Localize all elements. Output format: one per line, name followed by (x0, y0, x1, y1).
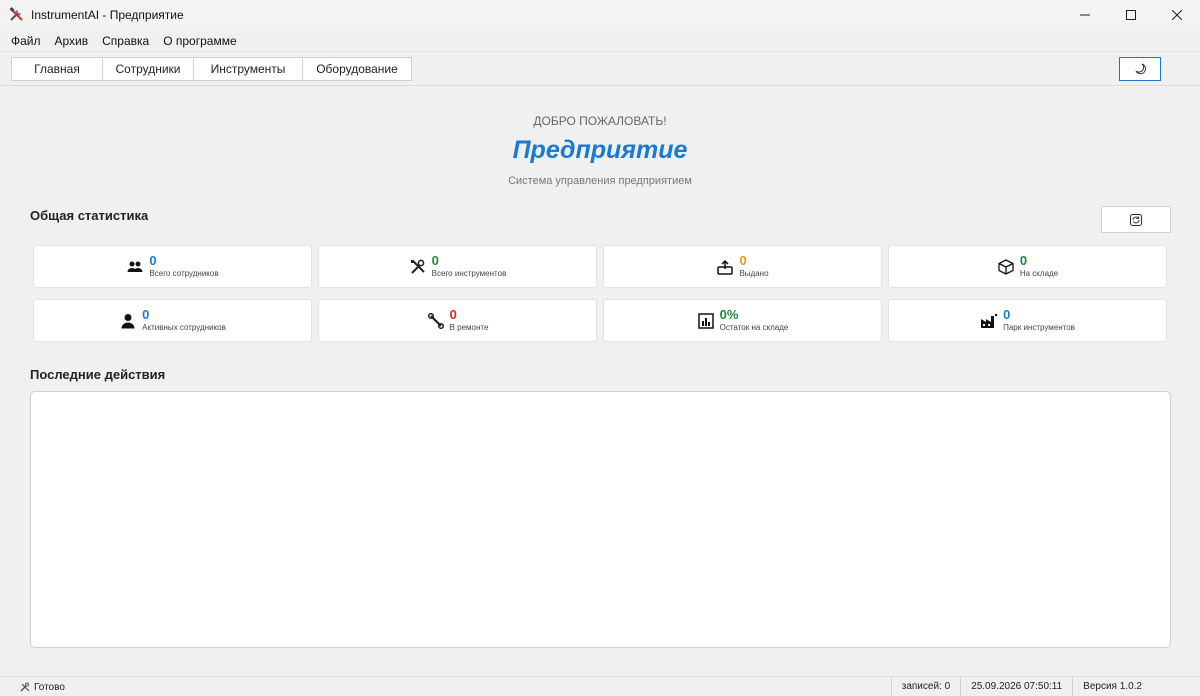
stat-card-stock-remaining: 0% Остаток на складе (603, 299, 882, 342)
stat-value: 0 (739, 253, 747, 268)
users-icon (126, 258, 144, 276)
stat-card-total-employees: 0 Всего сотрудников (33, 245, 312, 288)
window-controls (1062, 0, 1200, 30)
stat-value: 0% (719, 307, 739, 322)
tools-icon (9, 7, 25, 23)
moon-icon (1135, 63, 1146, 75)
menu-file[interactable]: Файл (4, 30, 48, 52)
stat-card-tool-fleet: 0 Парк инструментов (888, 299, 1167, 342)
stat-label: Парк инструментов (1003, 323, 1075, 332)
wrench-icon (427, 312, 445, 330)
stat-card-in-stock: 0 На складе (888, 245, 1167, 288)
stat-label: Выдано (739, 269, 769, 278)
menu-about[interactable]: О программе (156, 30, 243, 52)
status-version: Версия 1.0.2 (1072, 677, 1152, 696)
theme-toggle-button[interactable] (1119, 57, 1161, 81)
recent-activity-list[interactable] (30, 391, 1171, 648)
stats-grid: 0 Всего сотрудников 0 Всего инструментов… (33, 245, 1168, 342)
close-icon (1172, 10, 1182, 20)
refresh-icon (1130, 213, 1142, 226)
stat-card-issued: 0 Выдано (603, 245, 882, 288)
minimize-button[interactable] (1062, 0, 1108, 30)
tools-icon (409, 258, 427, 276)
tab-tools[interactable]: Инструменты (193, 57, 303, 81)
stat-card-in-repair: 0 В ремонте (318, 299, 597, 342)
status-ready: Готово (34, 681, 65, 693)
stat-label: Активных сотрудников (142, 323, 226, 332)
stat-label: Остаток на складе (719, 323, 789, 332)
welcome-text: ДОБРО ПОЖАЛОВАТЬ! (533, 114, 667, 128)
stat-value: 0 (149, 253, 157, 268)
tab-home[interactable]: Главная (11, 57, 103, 81)
menu-help[interactable]: Справка (95, 30, 156, 52)
menu-bar: Файл Архив Справка О программе (0, 30, 1200, 52)
stats-section-title: Общая статистика (30, 208, 149, 223)
tab-equipment[interactable]: Оборудование (302, 57, 412, 81)
stat-value: 0 (1003, 307, 1011, 322)
stat-card-total-tools: 0 Всего инструментов (318, 245, 597, 288)
minimize-icon (1080, 14, 1090, 16)
stat-label: На складе (1019, 269, 1059, 278)
outbox-icon (716, 258, 734, 276)
factory-icon (980, 312, 998, 330)
title-bar: InstrumentAI - Предприятие (0, 0, 1200, 30)
maximize-icon (1126, 10, 1136, 20)
stat-value: 0 (431, 253, 439, 268)
stat-label: Всего сотрудников (149, 269, 219, 278)
tab-bar: Главная Сотрудники Инструменты Оборудова… (11, 57, 412, 81)
toolbar: Главная Сотрудники Инструменты Оборудова… (0, 53, 1200, 86)
status-datetime: 25.09.2026 07:50:11 (960, 677, 1072, 696)
box-icon (997, 258, 1015, 276)
window-title: InstrumentAI - Предприятие (31, 8, 184, 22)
stat-value: 0 (449, 307, 457, 322)
stat-value: 0 (142, 307, 150, 322)
tab-employees[interactable]: Сотрудники (102, 57, 194, 81)
status-records: записей: 0 (890, 677, 960, 696)
activity-section-title: Последние действия (30, 367, 166, 382)
status-bar: Готово записей: 0 25.09.2026 07:50:11 Ве… (0, 676, 1200, 696)
stat-card-active-employees: 0 Активных сотрудников (33, 299, 312, 342)
close-button[interactable] (1154, 0, 1200, 30)
user-icon (119, 312, 137, 330)
tools-icon (20, 682, 30, 692)
bar-chart-icon (697, 312, 715, 330)
maximize-button[interactable] (1108, 0, 1154, 30)
stat-value: 0 (1019, 253, 1028, 268)
stat-label: В ремонте (449, 323, 489, 332)
stat-label: Всего инструментов (431, 269, 507, 278)
system-subtitle: Система управления предприятием (508, 175, 692, 187)
refresh-button[interactable] (1101, 206, 1171, 233)
menu-archive[interactable]: Архив (48, 30, 96, 52)
company-name: Предприятие (512, 136, 688, 164)
